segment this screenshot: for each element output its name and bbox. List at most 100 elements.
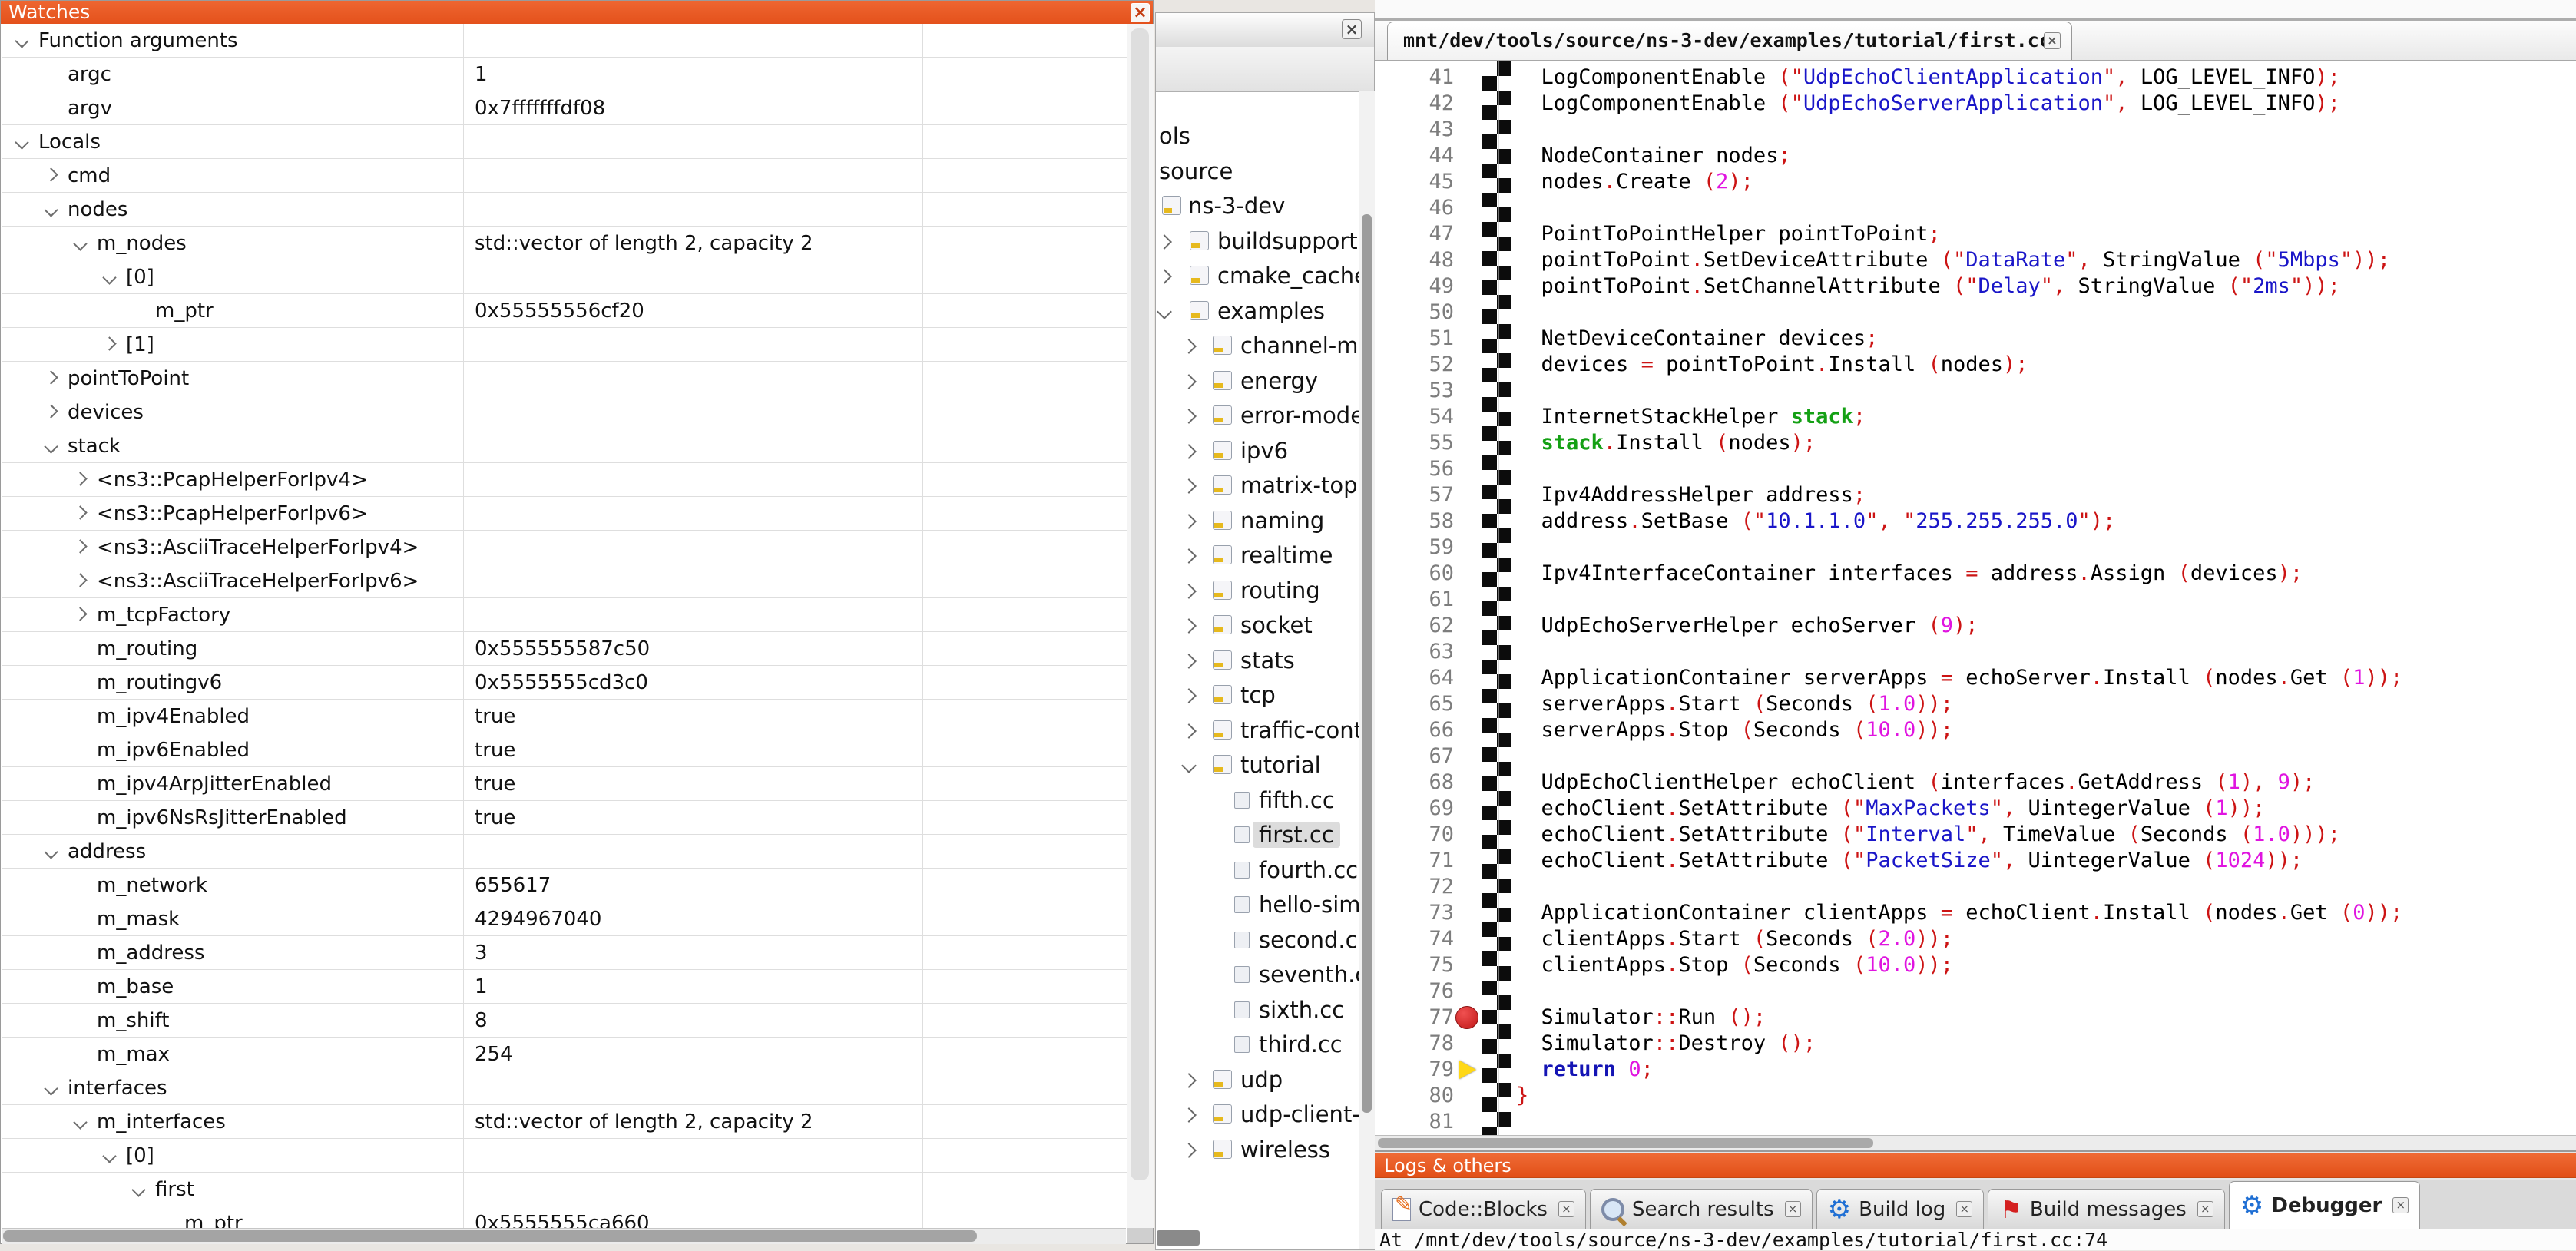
logs-tab-debugger[interactable]: ⚙Debugger× xyxy=(2229,1181,2421,1229)
expand-icon[interactable] xyxy=(1181,1073,1197,1088)
watch-row[interactable]: m_ipv6NsRsJitterEnabledtrue xyxy=(2,801,1127,835)
close-icon[interactable]: × xyxy=(1131,3,1150,22)
expand-icon[interactable] xyxy=(44,404,58,418)
code-line-81[interactable]: 81 xyxy=(1375,1109,2576,1135)
expand-icon[interactable] xyxy=(1181,584,1197,599)
line-number[interactable]: 42 xyxy=(1375,91,1454,117)
expand-icon[interactable] xyxy=(73,539,87,553)
tree-item-tcp[interactable]: tcp xyxy=(1156,678,1359,712)
watch-row[interactable]: <ns3::AsciiTraceHelperForIpv6> xyxy=(2,564,1127,598)
line-number[interactable]: 50 xyxy=(1375,300,1454,326)
collapse-icon[interactable] xyxy=(102,270,116,284)
line-number[interactable]: 73 xyxy=(1375,900,1454,926)
close-icon[interactable]: × xyxy=(1956,1201,1972,1217)
code-line-71[interactable]: 71 echoClient.SetAttribute ("PacketSize"… xyxy=(1375,848,2576,874)
expand-icon[interactable] xyxy=(73,505,87,519)
line-number[interactable]: 57 xyxy=(1375,482,1454,508)
line-number[interactable]: 79 xyxy=(1375,1057,1454,1083)
line-number[interactable]: 61 xyxy=(1375,587,1454,613)
line-number[interactable]: 47 xyxy=(1375,221,1454,247)
code-line-79[interactable]: 79 return 0; xyxy=(1375,1057,2576,1083)
line-number[interactable]: 46 xyxy=(1375,195,1454,221)
watch-row[interactable]: m_mask4294967040 xyxy=(2,902,1127,936)
line-number[interactable]: 65 xyxy=(1375,691,1454,717)
tree-item-udp[interactable]: udp xyxy=(1156,1063,1359,1097)
watch-row[interactable]: m_nodesstd::vector of length 2, capacity… xyxy=(2,227,1127,260)
tree-item-seventh-cc[interactable]: seventh.cc xyxy=(1156,958,1359,991)
expand-icon[interactable] xyxy=(102,336,116,350)
tree-item-examples[interactable]: examples xyxy=(1156,294,1359,328)
code-line-70[interactable]: 70 echoClient.SetAttribute ("Interval", … xyxy=(1375,822,2576,848)
watch-row[interactable]: [0] xyxy=(2,1139,1127,1173)
watch-row[interactable]: address xyxy=(2,835,1127,869)
expand-icon[interactable] xyxy=(44,167,58,181)
tree-item-source[interactable]: source xyxy=(1156,154,1359,188)
code-line-78[interactable]: 78 Simulator::Destroy (); xyxy=(1375,1031,2576,1057)
line-number[interactable]: 72 xyxy=(1375,874,1454,900)
watch-row[interactable]: <ns3::AsciiTraceHelperForIpv4> xyxy=(2,531,1127,564)
logs-titlebar[interactable]: Logs & others xyxy=(1375,1153,2576,1178)
watches-titlebar[interactable]: Watches xyxy=(1,1,1153,24)
code-line-66[interactable]: 66 serverApps.Stop (Seconds (10.0)); xyxy=(1375,717,2576,743)
collapse-icon[interactable] xyxy=(73,237,87,250)
tree-item-fifth-cc[interactable]: fifth.cc xyxy=(1156,783,1359,817)
code-line-65[interactable]: 65 serverApps.Start (Seconds (1.0)); xyxy=(1375,691,2576,717)
code-line-42[interactable]: 42 LogComponentEnable ("UdpEchoServerApp… xyxy=(1375,91,2576,117)
collapse-icon[interactable] xyxy=(73,1115,87,1129)
editor-horizontal-scrollbar[interactable] xyxy=(1375,1135,2576,1151)
line-number[interactable]: 69 xyxy=(1375,796,1454,822)
expand-icon[interactable] xyxy=(1181,478,1197,494)
tree-item-sixth-cc[interactable]: sixth.cc xyxy=(1156,993,1359,1027)
close-icon[interactable]: × xyxy=(1558,1201,1574,1217)
expand-icon[interactable] xyxy=(1181,514,1197,529)
line-number[interactable]: 76 xyxy=(1375,978,1454,1004)
line-number[interactable]: 62 xyxy=(1375,613,1454,639)
close-icon[interactable]: × xyxy=(2197,1201,2213,1217)
code-line-47[interactable]: 47 PointToPointHelper pointToPoint; xyxy=(1375,221,2576,247)
line-number[interactable]: 78 xyxy=(1375,1031,1454,1057)
tree-item-realtime[interactable]: realtime xyxy=(1156,538,1359,572)
tree-item-wireless[interactable]: wireless xyxy=(1156,1133,1359,1167)
tree-item-traffic-contro[interactable]: traffic-contro xyxy=(1156,713,1359,747)
watch-row[interactable]: m_ptr0x5555555ca660 xyxy=(2,1206,1127,1228)
tree-item-stats[interactable]: stats xyxy=(1156,644,1359,677)
line-number[interactable]: 43 xyxy=(1375,117,1454,143)
line-number[interactable]: 44 xyxy=(1375,143,1454,169)
watch-row[interactable]: <ns3::PcapHelperForIpv6> xyxy=(2,497,1127,531)
watch-row[interactable]: nodes xyxy=(2,193,1127,227)
tree-item-channel-mod[interactable]: channel-mod xyxy=(1156,329,1359,362)
collapse-icon[interactable] xyxy=(1157,304,1172,319)
watch-row[interactable]: first xyxy=(2,1173,1127,1206)
expand-icon[interactable] xyxy=(1181,548,1197,564)
expand-icon[interactable] xyxy=(73,607,87,621)
collapse-icon[interactable] xyxy=(44,845,58,859)
watch-row[interactable]: argc1 xyxy=(2,58,1127,91)
logs-tab-build-log[interactable]: ⚙Build log× xyxy=(1816,1189,1985,1229)
watch-row[interactable]: [0] xyxy=(2,260,1127,294)
tree-item-routing[interactable]: routing xyxy=(1156,574,1359,607)
expand-icon[interactable] xyxy=(1181,688,1197,703)
tree-item-ols[interactable]: ols xyxy=(1156,119,1359,153)
code-line-80[interactable]: 80} xyxy=(1375,1083,2576,1109)
watch-row[interactable]: m_ipv4ArpJitterEnabledtrue xyxy=(2,767,1127,801)
breakpoint-icon[interactable] xyxy=(1455,1006,1478,1029)
tree-item-udp-client-ser[interactable]: udp-client-ser xyxy=(1156,1097,1359,1131)
tree-item-hello-simul[interactable]: hello-simul xyxy=(1156,888,1359,922)
code-line-77[interactable]: 77 Simulator::Run (); xyxy=(1375,1004,2576,1031)
line-number[interactable]: 67 xyxy=(1375,743,1454,769)
line-number[interactable]: 70 xyxy=(1375,822,1454,848)
expand-icon[interactable] xyxy=(44,370,58,384)
watch-row[interactable]: m_routing0x555555587c50 xyxy=(2,632,1127,666)
watches-column-divider[interactable] xyxy=(922,24,923,1228)
code-line-46[interactable]: 46 xyxy=(1375,195,2576,221)
code-line-67[interactable]: 67 xyxy=(1375,743,2576,769)
code-line-52[interactable]: 52 devices = pointToPoint.Install (nodes… xyxy=(1375,352,2576,378)
collapse-icon[interactable] xyxy=(44,203,58,217)
collapse-icon[interactable] xyxy=(102,1149,116,1163)
code-line-72[interactable]: 72 xyxy=(1375,874,2576,900)
line-number[interactable]: 45 xyxy=(1375,169,1454,195)
code-line-60[interactable]: 60 Ipv4InterfaceContainer interfaces = a… xyxy=(1375,561,2576,587)
tree-item-matrix-topolo[interactable]: matrix-topolo xyxy=(1156,468,1359,502)
expand-icon[interactable] xyxy=(1181,618,1197,634)
collapse-icon[interactable] xyxy=(44,1081,58,1095)
